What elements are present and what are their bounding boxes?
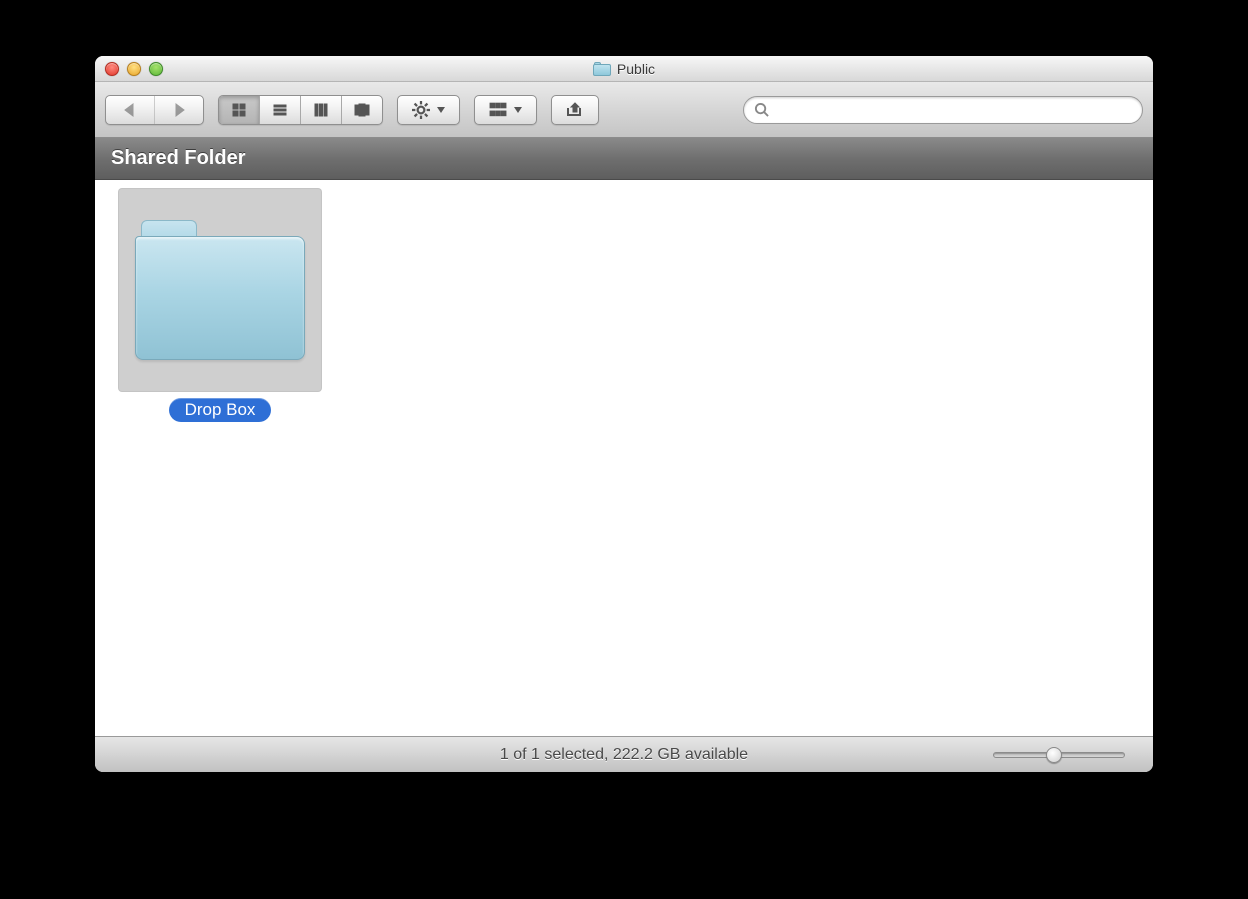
close-button[interactable] [105,62,119,76]
icon-view-button[interactable] [219,96,260,124]
status-bar: 1 of 1 selected, 222.2 GB available [95,736,1153,772]
window-title-text: Public [617,61,655,77]
search-input[interactable] [775,102,1132,117]
folder-thumbnail [118,188,322,392]
shared-folder-bar: Shared Folder [95,138,1153,180]
search-field[interactable] [743,96,1143,124]
finder-window: Public [95,56,1153,772]
traffic-lights [95,62,163,76]
zoom-button[interactable] [149,62,163,76]
nav-segment [105,95,204,125]
window-title: Public [95,61,1153,77]
chevron-down-icon [514,107,522,113]
column-view-button[interactable] [301,96,342,124]
folder-icon [135,220,305,360]
back-button[interactable] [106,96,155,124]
view-segment [218,95,383,125]
forward-icon [171,102,187,118]
public-folder-icon [593,62,611,76]
icon-view-icon [231,102,247,118]
coverflow-view-icon [354,102,370,118]
titlebar: Public [95,56,1153,82]
arrange-icon [489,101,507,119]
action-menu-button[interactable] [397,95,460,125]
shared-folder-label: Shared Folder [111,147,245,170]
column-view-icon [313,102,329,118]
list-view-button[interactable] [260,96,301,124]
toolbar [95,82,1153,138]
list-view-icon [272,102,288,118]
share-icon [566,101,584,119]
forward-button[interactable] [155,96,203,124]
icon-size-slider[interactable] [993,752,1125,758]
content-area[interactable]: Drop Box [95,180,1153,736]
share-button[interactable] [551,95,599,125]
arrange-menu-button[interactable] [474,95,537,125]
slider-knob[interactable] [1046,747,1062,763]
minimize-button[interactable] [127,62,141,76]
status-text: 1 of 1 selected, 222.2 GB available [500,746,748,764]
folder-item[interactable]: Drop Box [115,188,325,422]
chevron-down-icon [437,107,445,113]
back-icon [122,102,138,118]
gear-icon [412,101,430,119]
folder-item-label: Drop Box [169,398,272,422]
coverflow-view-button[interactable] [342,96,382,124]
search-icon [754,102,769,117]
